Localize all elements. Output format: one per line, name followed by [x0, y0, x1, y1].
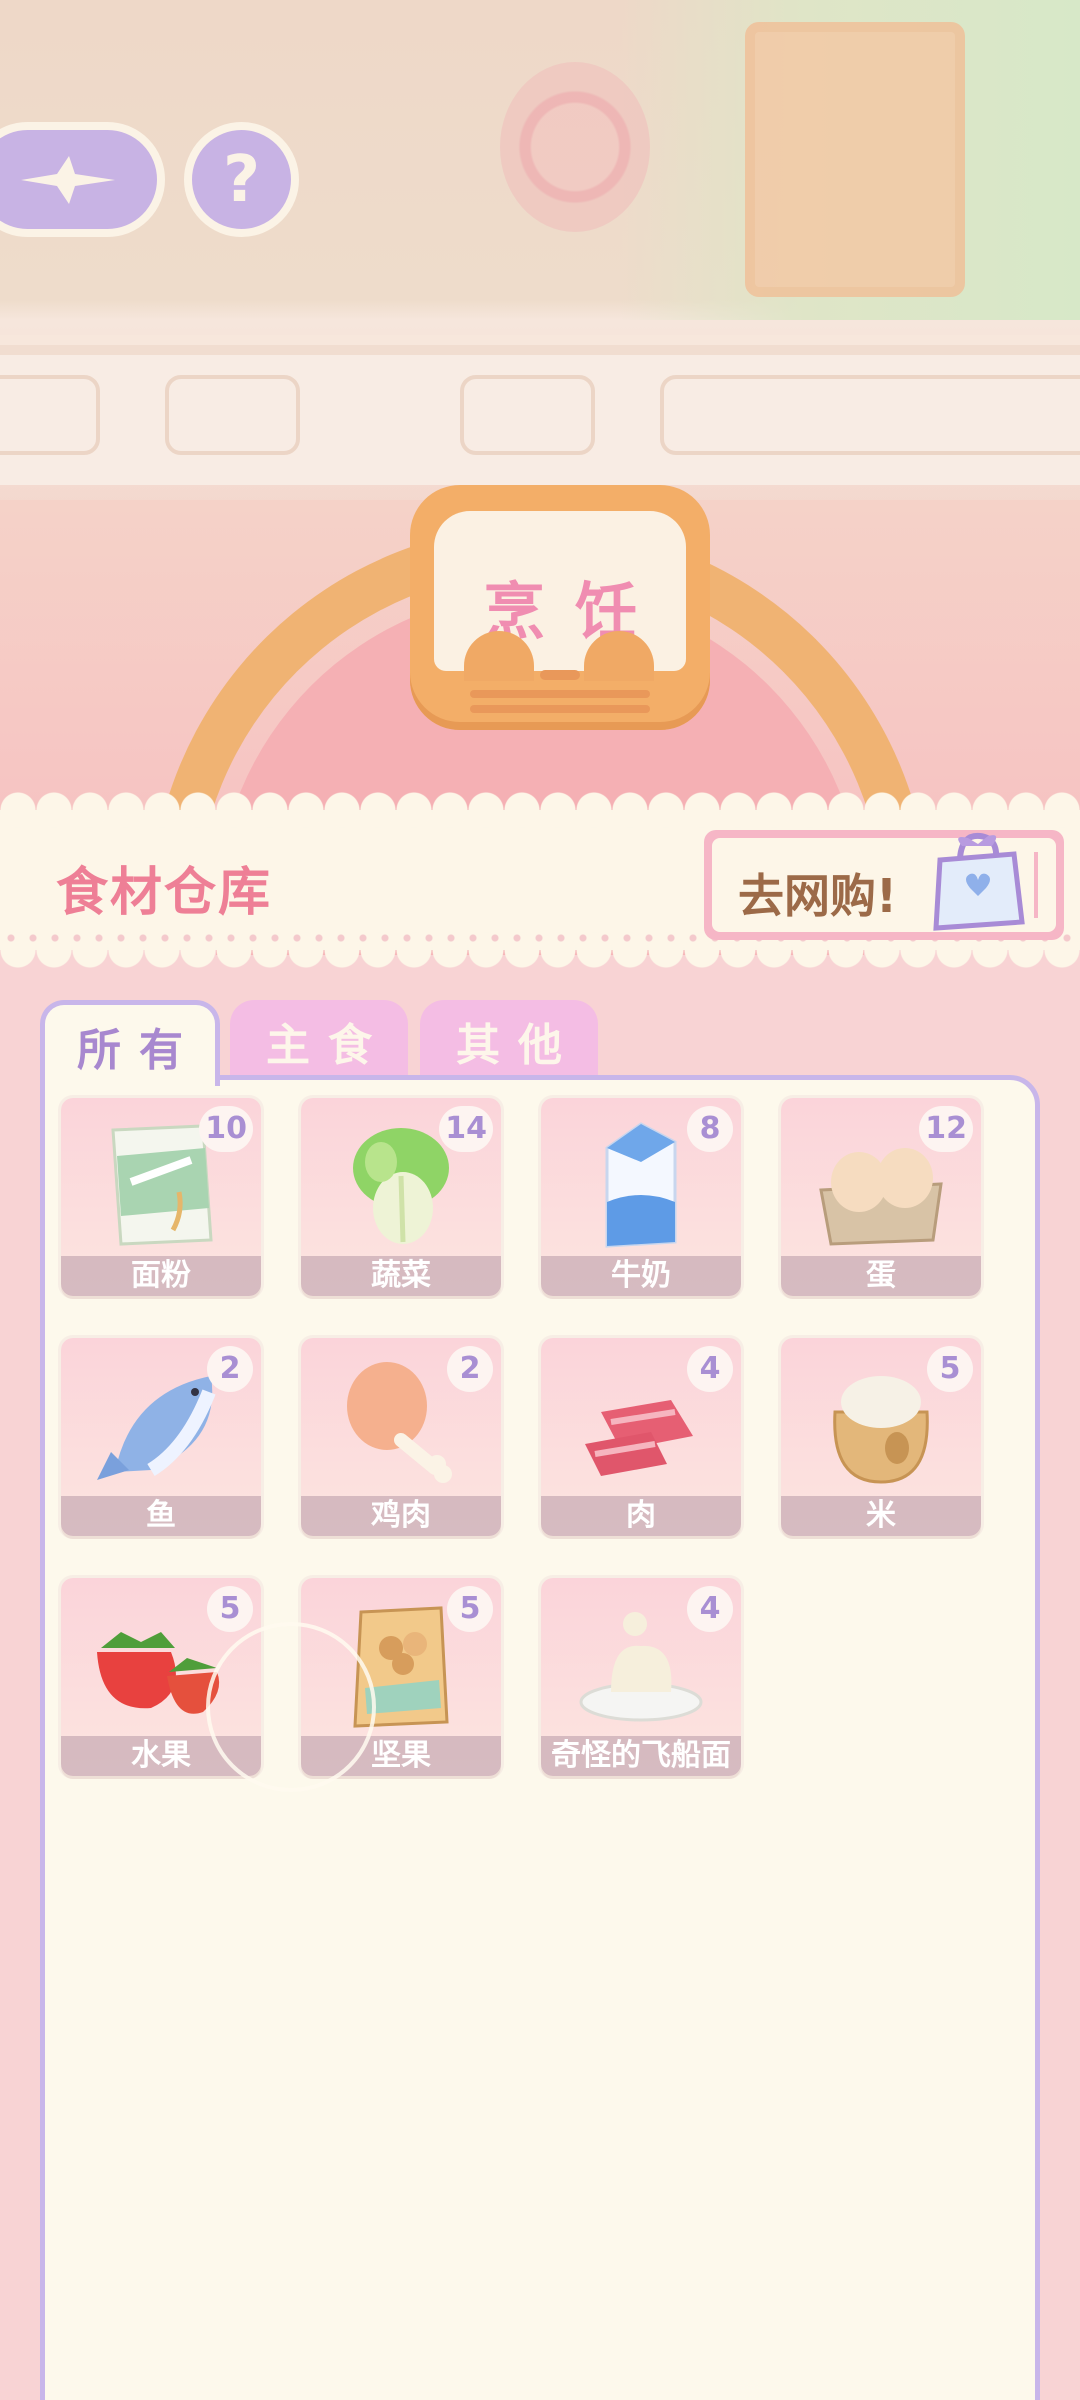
item-label: 鸡肉 — [301, 1496, 501, 1536]
item-count: 5 — [927, 1346, 973, 1392]
storage-header: 食材仓库 去网购! — [0, 792, 1080, 968]
tab-staple-food[interactable]: 主食 — [230, 1000, 408, 1082]
item-count: 12 — [919, 1106, 973, 1152]
ingredient-item[interactable]: 10 面粉 — [61, 1098, 261, 1296]
item-label: 肉 — [541, 1496, 741, 1536]
item-label: 蛋 — [781, 1256, 981, 1296]
item-label: 面粉 — [61, 1256, 261, 1296]
ingredient-item[interactable]: 4 肉 — [541, 1338, 741, 1536]
ingredient-item[interactable]: 12 蛋 — [781, 1098, 981, 1296]
help-button[interactable]: ? — [184, 122, 299, 237]
page-title: 食材仓库 — [56, 863, 273, 923]
ingredient-item[interactable]: 2 鸡肉 — [301, 1338, 501, 1536]
cooking-sign-title: 烹饪 — [482, 575, 667, 648]
wall-medallion — [500, 62, 650, 232]
ingredient-grid: 10 面粉 14 蔬菜 8 牛奶 12 蛋 2 鱼 2 鸡肉 4 肉 5 米 5… — [40, 1075, 1040, 2400]
item-count: 4 — [687, 1346, 733, 1392]
item-count: 5 — [447, 1586, 493, 1632]
back-button[interactable] — [0, 122, 165, 237]
item-label: 鱼 — [61, 1496, 261, 1536]
shopping-bag-icon — [933, 832, 1025, 931]
ingredient-item[interactable]: 8 牛奶 — [541, 1098, 741, 1296]
item-count: 4 — [687, 1586, 733, 1632]
item-count: 8 — [687, 1106, 733, 1152]
online-shop-label: 去网购! — [738, 869, 897, 923]
item-count: 14 — [439, 1106, 493, 1152]
item-count: 2 — [207, 1346, 253, 1392]
item-label: 蔬菜 — [301, 1256, 501, 1296]
wall-picture-frame — [745, 22, 965, 297]
item-count: 5 — [207, 1586, 253, 1632]
ingredient-item[interactable]: 2 鱼 — [61, 1338, 261, 1536]
cooking-sign[interactable]: 烹饪 — [410, 485, 710, 730]
ingredient-item[interactable]: 5 米 — [781, 1338, 981, 1536]
tab-all[interactable]: 所有 — [40, 1000, 220, 1086]
touch-indicator — [206, 1622, 376, 1792]
item-label: 奇怪的飞船面 — [541, 1736, 741, 1776]
online-shop-button[interactable]: 去网购! — [704, 830, 1064, 940]
item-label: 牛奶 — [541, 1256, 741, 1296]
wall-rail — [0, 335, 1080, 485]
item-count: 2 — [447, 1346, 493, 1392]
ingredient-item[interactable]: 4 奇怪的飞船面 — [541, 1578, 741, 1776]
tab-other[interactable]: 其他 — [420, 1000, 598, 1082]
item-label: 米 — [781, 1496, 981, 1536]
ingredient-item[interactable]: 14 蔬菜 — [301, 1098, 501, 1296]
sparkle-back-icon — [20, 155, 115, 204]
item-count: 10 — [199, 1106, 253, 1152]
